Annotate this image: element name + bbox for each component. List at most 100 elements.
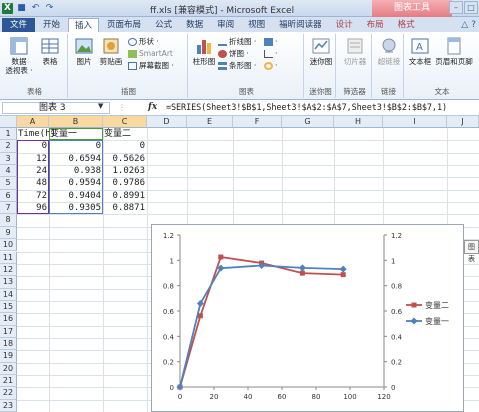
row-header-8[interactable]: 8: [0, 214, 17, 227]
range-highlight-y-values[interactable]: [49, 140, 103, 215]
tab-file[interactable]: 文件: [2, 18, 36, 32]
row-header-2[interactable]: 2: [0, 140, 17, 153]
insert-function-icon[interactable]: fx: [148, 102, 157, 112]
row-header-13[interactable]: 13: [0, 276, 17, 289]
select-all-corner[interactable]: [0, 116, 17, 128]
sparkline-button[interactable]: 迷你图: [308, 36, 334, 66]
table-button[interactable]: 表格: [36, 36, 64, 66]
help-icon[interactable]: ?: [471, 20, 476, 30]
row-header-11[interactable]: 11: [0, 251, 17, 264]
undo-icon[interactable]: ↶: [30, 3, 41, 14]
row-header-6[interactable]: 6: [0, 189, 17, 203]
tab-view[interactable]: 视图: [242, 18, 271, 32]
column-header-G[interactable]: G: [282, 116, 334, 128]
y-tick-label-left: 1.2: [163, 232, 174, 240]
tab-data[interactable]: 数据: [180, 18, 209, 32]
row-header-20[interactable]: 20: [0, 362, 17, 375]
cell-A1[interactable]: Time(h): [18, 129, 56, 140]
textbox-button[interactable]: A 文本框: [408, 36, 432, 66]
picture-button[interactable]: 图片: [72, 36, 96, 66]
column-header-B[interactable]: B: [49, 116, 103, 128]
tab-insert[interactable]: 插入: [68, 18, 100, 32]
tab-page-layout[interactable]: 页面布局: [101, 18, 147, 32]
cell-C2[interactable]: 0: [104, 141, 147, 152]
column-chart-button[interactable]: 柱形图: [192, 36, 216, 66]
excel-logo-icon[interactable]: X: [2, 3, 13, 14]
tab-home[interactable]: 开始: [37, 18, 66, 32]
group-text: A 文本框 页眉和页脚 文本: [406, 34, 478, 98]
row-header-21[interactable]: 21: [0, 375, 17, 388]
redo-icon[interactable]: ↷: [44, 3, 55, 14]
bar-chart-button[interactable]: 条形图 ·: [218, 61, 256, 71]
row-header-9[interactable]: 9: [0, 226, 17, 240]
row-header-17[interactable]: 17: [0, 325, 17, 338]
row-header-10[interactable]: 10: [0, 239, 17, 252]
y-tick-label-left: 0.2: [163, 359, 174, 367]
range-highlight-series-name[interactable]: [49, 128, 103, 141]
column-header-F[interactable]: F: [233, 116, 282, 128]
column-header-I[interactable]: I: [383, 116, 447, 128]
cell-C3[interactable]: 0.5626: [104, 154, 147, 165]
row-header-5[interactable]: 5: [0, 177, 17, 190]
formula-input[interactable]: =SERIES(Sheet3!$B$1,Sheet3!$A$2:$A$7,She…: [166, 103, 447, 113]
row-header-3[interactable]: 3: [0, 152, 17, 166]
shapes-button[interactable]: 形状 ·: [128, 37, 159, 47]
cell-C6[interactable]: 0.8991: [104, 191, 147, 202]
scatter-chart-button[interactable]: ·: [264, 49, 277, 59]
range-highlight-x-values[interactable]: [17, 140, 49, 215]
cell-C5[interactable]: 0.9786: [104, 178, 147, 189]
smartart-button[interactable]: SmartArt: [128, 49, 173, 59]
row-header-14[interactable]: 14: [0, 288, 17, 301]
row-header-19[interactable]: 19: [0, 350, 17, 363]
screenshot-button[interactable]: 屏幕截图 ·: [128, 61, 174, 71]
tab-review[interactable]: 审阅: [211, 18, 240, 32]
window-controls: – □: [449, 1, 478, 14]
ribbon-collapse-icon[interactable]: △: [461, 20, 468, 30]
cell-C4[interactable]: 1.0263: [104, 166, 147, 177]
other-charts-button[interactable]: ·: [264, 61, 277, 71]
chart-side-tab[interactable]: 图表: [464, 240, 479, 263]
tab-format[interactable]: 格式: [392, 18, 421, 32]
legend-label-0: 变量二: [425, 300, 449, 310]
row-header-16[interactable]: 16: [0, 313, 17, 326]
row-header-1[interactable]: 1: [0, 128, 17, 141]
column-header-E[interactable]: E: [187, 116, 233, 128]
tab-layout[interactable]: 布局: [361, 18, 390, 32]
chevron-down-icon[interactable]: ▼: [98, 102, 103, 110]
row-header-18[interactable]: 18: [0, 337, 17, 351]
cell-C7[interactable]: 0.8871: [104, 203, 147, 214]
column-header-H[interactable]: H: [334, 116, 383, 128]
clipart-button[interactable]: 剪贴画: [97, 36, 125, 66]
row-header-4[interactable]: 4: [0, 165, 17, 178]
minimize-icon[interactable]: –: [449, 1, 463, 14]
pie-chart-button[interactable]: 饼图 ·: [218, 49, 249, 59]
row-header-22[interactable]: 22: [0, 387, 17, 400]
header-footer-icon: [447, 37, 461, 55]
bar-chart-icon: [218, 62, 227, 70]
row-header-7[interactable]: 7: [0, 202, 17, 215]
column-header-A[interactable]: A: [17, 116, 49, 128]
column-header-D[interactable]: D: [147, 116, 187, 128]
chart[interactable]: 0 0.2 0.4 0.6 0.8 1 1.2 0 0.2 0.4 0.6 0.8 1 1.2 0 20 40 6…: [151, 224, 464, 412]
slicer-button[interactable]: 切片器: [342, 36, 368, 66]
tab-design[interactable]: 设计: [330, 18, 359, 32]
tab-foxit-reader[interactable]: 福昕阅读器: [273, 18, 328, 32]
cell-C1[interactable]: 变量二: [104, 129, 147, 140]
y-tick-label-left: 1: [170, 257, 174, 265]
column-header-J[interactable]: J: [447, 116, 479, 128]
hyperlink-button[interactable]: 超链接: [376, 36, 402, 66]
row-header-12[interactable]: 12: [0, 263, 17, 277]
pivot-table-button[interactable]: 数据 透视表 ·: [4, 36, 34, 75]
column-header-C[interactable]: C: [103, 116, 147, 128]
row-header-23[interactable]: 23: [0, 399, 17, 412]
maximize-icon[interactable]: □: [464, 1, 478, 14]
row-header-15[interactable]: 15: [0, 300, 17, 314]
name-box[interactable]: 图表 3: [2, 102, 110, 114]
line-chart-button[interactable]: 折线图 ·: [218, 37, 256, 47]
area-chart-button[interactable]: ·: [264, 37, 277, 47]
tab-formulas[interactable]: 公式: [149, 18, 178, 32]
save-icon[interactable]: ■: [16, 3, 27, 14]
x-tick-label: 80: [312, 393, 321, 401]
header-footer-button[interactable]: 页眉和页脚: [434, 36, 474, 66]
quick-access-toolbar: X ■ ↶ ↷: [2, 2, 55, 15]
